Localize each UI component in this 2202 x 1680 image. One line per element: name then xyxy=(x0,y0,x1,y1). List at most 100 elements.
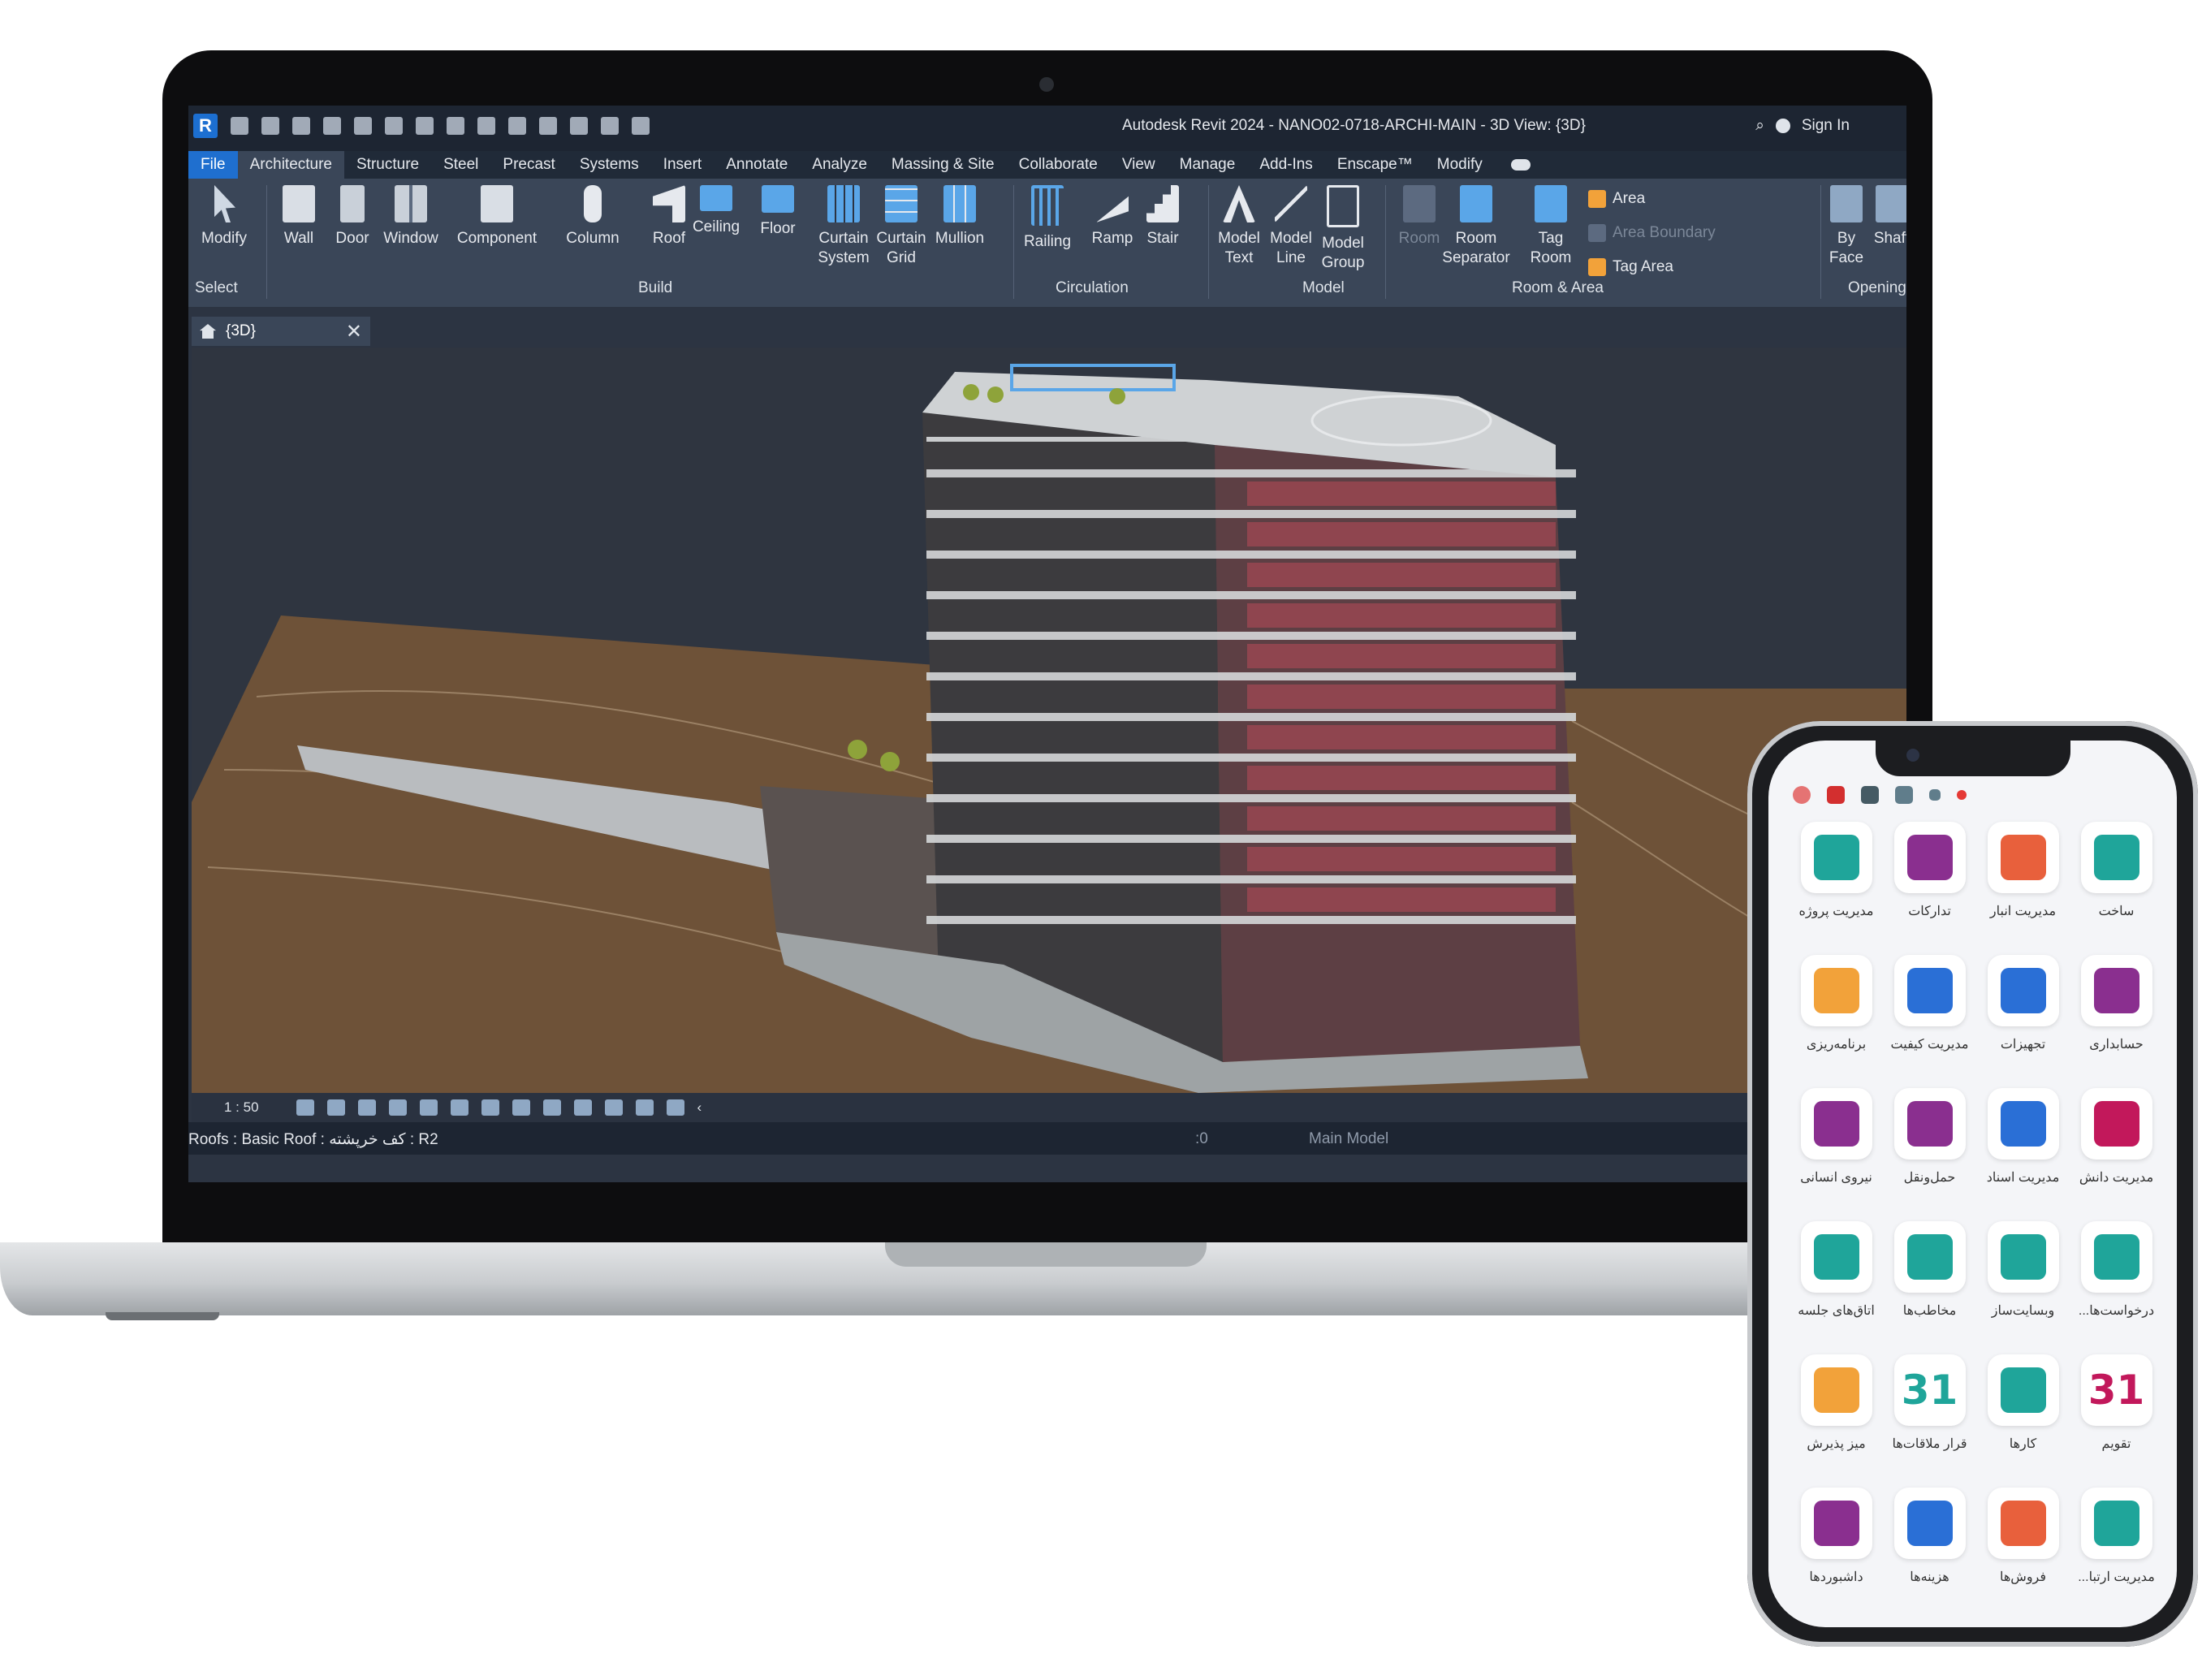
avatar-icon[interactable] xyxy=(1793,786,1811,804)
tab-file[interactable]: File xyxy=(188,151,238,179)
mullion-button[interactable]: Mullion xyxy=(927,185,992,248)
close-icon[interactable]: ✕ xyxy=(346,320,362,343)
tag-icon[interactable] xyxy=(477,117,495,135)
select-panel-label[interactable]: Select xyxy=(195,279,238,297)
highlight-displacement-icon[interactable] xyxy=(666,1099,684,1116)
tab-systems[interactable]: Systems xyxy=(568,151,651,179)
app-item[interactable]: 31 تقویم xyxy=(2070,1354,2163,1452)
app-tile[interactable] xyxy=(2080,822,2152,893)
tab-add-ins[interactable]: Add-Ins xyxy=(1247,151,1324,179)
tab-manage[interactable]: Manage xyxy=(1168,151,1248,179)
app-tile[interactable] xyxy=(1987,822,2059,893)
view-scale[interactable]: 1 : 50 xyxy=(224,1099,259,1116)
chat-icon[interactable] xyxy=(1861,786,1879,804)
app-tile[interactable]: 31 xyxy=(1893,1354,1966,1426)
measure-icon[interactable] xyxy=(416,117,434,135)
app-item[interactable]: مدیریت ارتبا... xyxy=(2070,1488,2163,1585)
3d-viewport[interactable] xyxy=(192,348,1906,1093)
switch-windows-icon[interactable] xyxy=(632,117,650,135)
stair-button[interactable]: Stair xyxy=(1132,185,1194,248)
sync-icon[interactable] xyxy=(292,117,310,135)
app-tile[interactable] xyxy=(2080,955,2152,1026)
temporary-hide-icon[interactable] xyxy=(542,1099,561,1116)
app-item[interactable]: مدیریت کیفیت xyxy=(1883,955,1976,1052)
app-item[interactable]: حسابداری xyxy=(2070,955,2163,1052)
app-item[interactable]: وبسایت‌ساز xyxy=(1976,1221,2070,1319)
app-item[interactable]: مدیریت دانش xyxy=(2070,1088,2163,1186)
curtain-grid-button[interactable]: Curtain Grid xyxy=(869,185,934,268)
app-tile[interactable] xyxy=(1893,822,1966,893)
app-item[interactable]: اتاق‌های جلسه xyxy=(1790,1221,1883,1319)
sun-path-icon[interactable] xyxy=(357,1099,376,1116)
worksharing-display-icon[interactable] xyxy=(604,1099,623,1116)
sign-in-area[interactable]: ⌕ Sign In xyxy=(1755,117,1850,135)
sections-icon[interactable] xyxy=(570,117,588,135)
ribbon-toggle-icon[interactable] xyxy=(1510,159,1531,171)
tab-view[interactable]: View xyxy=(1110,151,1168,179)
app-item[interactable]: حمل‌ونقل xyxy=(1883,1088,1976,1186)
app-item[interactable]: برنامه‌ریزی xyxy=(1790,955,1883,1052)
floor-button[interactable]: Floor xyxy=(747,185,809,239)
tab-precast[interactable]: Precast xyxy=(490,151,567,179)
print-icon[interactable] xyxy=(385,117,403,135)
app-tile[interactable] xyxy=(1800,1221,1872,1293)
app-tile[interactable] xyxy=(1800,822,1872,893)
tab-enscape[interactable]: Enscape™ xyxy=(1325,151,1425,179)
ceiling-button[interactable]: Ceiling xyxy=(685,185,747,237)
visual-style-icon[interactable] xyxy=(326,1099,345,1116)
tab-analyze[interactable]: Analyze xyxy=(800,151,879,179)
railing-button[interactable]: Railing xyxy=(1015,185,1080,252)
dimension-icon[interactable] xyxy=(447,117,464,135)
sign-in-link[interactable]: Sign In xyxy=(1802,117,1850,135)
app-tile[interactable]: 31 xyxy=(2080,1354,2152,1426)
notifications-icon[interactable] xyxy=(1827,786,1845,804)
app-tile[interactable] xyxy=(1800,1354,1872,1426)
phone-call-icon[interactable] xyxy=(1895,786,1913,804)
app-item[interactable]: کارها xyxy=(1976,1354,2070,1452)
app-item[interactable]: فروش‌ها xyxy=(1976,1488,2070,1585)
shadows-icon[interactable] xyxy=(388,1099,407,1116)
editable-only-counter[interactable]: :0 xyxy=(1195,1130,1208,1148)
detail-level-icon[interactable] xyxy=(296,1099,314,1116)
tab-architecture[interactable]: Architecture xyxy=(237,151,344,179)
undo-icon[interactable] xyxy=(323,117,341,135)
app-item[interactable]: مدیریت پروژه xyxy=(1790,822,1883,919)
view-tab-3d[interactable]: {3D} ✕ xyxy=(192,317,370,346)
shaft-button[interactable]: Shaft xyxy=(1867,185,1906,248)
app-tile[interactable] xyxy=(1987,1088,2059,1160)
tag-room-button[interactable]: Tag Room xyxy=(1520,185,1582,268)
tab-collaborate[interactable]: Collaborate xyxy=(1007,151,1110,179)
collapse-chevron-icon[interactable]: ‹ xyxy=(697,1099,702,1116)
app-item[interactable]: تجهیزات xyxy=(1976,955,2070,1052)
app-item[interactable]: درخواست‌ها... xyxy=(2070,1221,2163,1319)
app-item[interactable]: هزینه‌ها xyxy=(1883,1488,1976,1585)
open-icon[interactable] xyxy=(231,117,248,135)
app-tile[interactable] xyxy=(1893,1088,1966,1160)
app-tile[interactable] xyxy=(2080,1088,2152,1160)
bug-icon[interactable] xyxy=(1929,789,1941,801)
app-tile[interactable] xyxy=(2080,1221,2152,1293)
app-tile[interactable] xyxy=(1893,955,1966,1026)
app-tile[interactable] xyxy=(1893,1488,1966,1559)
app-tile[interactable] xyxy=(1987,1488,2059,1559)
model-group-button[interactable]: Model Group xyxy=(1312,185,1374,273)
area-button[interactable]: Area xyxy=(1588,190,1645,208)
component-button[interactable]: Component xyxy=(456,185,538,248)
text-icon[interactable] xyxy=(508,117,526,135)
rendering-icon[interactable] xyxy=(419,1099,438,1116)
app-item[interactable]: مدیریت اسناد xyxy=(1976,1088,2070,1186)
column-button[interactable]: Column xyxy=(562,185,624,248)
app-item[interactable]: داشبوردها xyxy=(1790,1488,1883,1585)
door-button[interactable]: Door xyxy=(322,185,383,248)
by-face-button[interactable]: By Face xyxy=(1822,185,1871,268)
tab-insert[interactable]: Insert xyxy=(651,151,715,179)
tag-area-button[interactable]: Tag Area xyxy=(1588,258,1673,276)
app-item[interactable]: مدیریت انبار xyxy=(1976,822,2070,919)
app-item[interactable]: مخاطب‌ها xyxy=(1883,1221,1976,1319)
app-tile[interactable] xyxy=(1893,1221,1966,1293)
app-tile[interactable] xyxy=(1800,955,1872,1026)
binoculars-icon[interactable]: ⌕ xyxy=(1755,117,1764,135)
room-separator-button[interactable]: Room Separator xyxy=(1436,185,1517,268)
tab-modify[interactable]: Modify xyxy=(1425,151,1495,179)
active-model-selector[interactable]: Main Model xyxy=(1309,1130,1388,1148)
